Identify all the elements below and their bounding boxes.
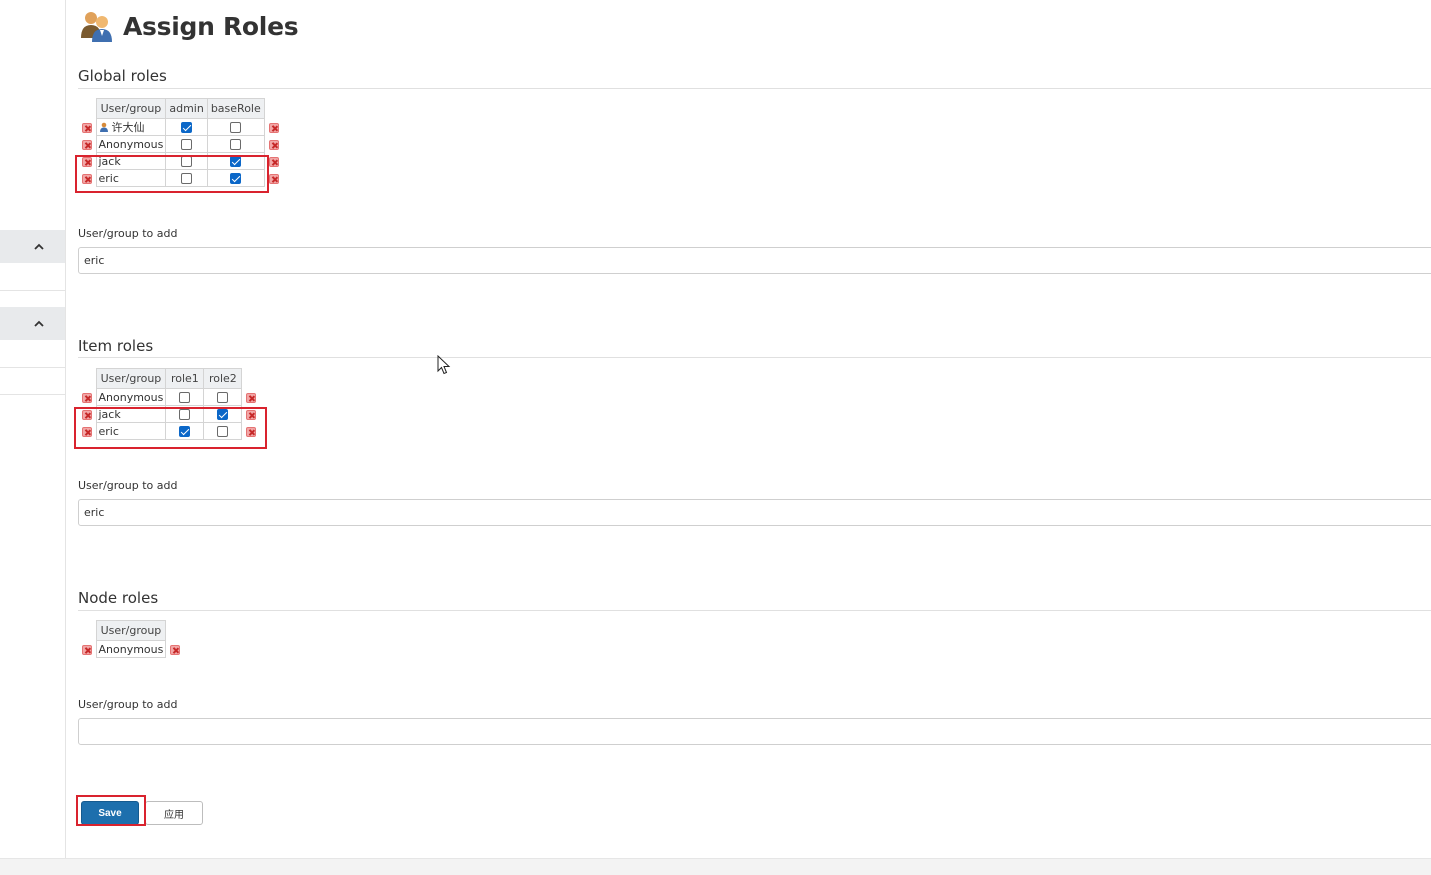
chevron-up-icon bbox=[34, 243, 44, 250]
column-header: baseRole bbox=[206, 98, 265, 119]
role-checkbox[interactable] bbox=[181, 173, 193, 184]
table-row: 许大仙 bbox=[78, 118, 282, 136]
column-header: admin bbox=[165, 98, 208, 119]
global-user-group-input[interactable] bbox=[78, 247, 1431, 274]
section-divider bbox=[78, 357, 1431, 358]
delete-row-icon[interactable] bbox=[81, 173, 92, 184]
user-name: eric bbox=[98, 424, 119, 438]
page-title: Assign Roles bbox=[123, 11, 299, 41]
column-header: role2 bbox=[203, 368, 243, 389]
global-roles-table: User/group admin baseRole 许大仙 Anonymous … bbox=[78, 98, 282, 187]
sidebar-collapse-toggle-2[interactable] bbox=[0, 307, 65, 340]
item-roles-table: User/group role1 role2 Anonymous jack er… bbox=[78, 368, 260, 440]
sidebar-divider bbox=[0, 290, 65, 291]
user-icon bbox=[99, 122, 108, 132]
delete-row-icon[interactable] bbox=[81, 139, 92, 150]
user-name: Anonymous bbox=[98, 137, 164, 151]
sidebar-divider bbox=[0, 394, 65, 395]
role-checkbox[interactable] bbox=[217, 392, 229, 403]
section-divider bbox=[78, 88, 1431, 89]
table-row: jack bbox=[78, 152, 282, 170]
node-roles-title: Node roles bbox=[78, 589, 159, 607]
delete-row-icon[interactable] bbox=[170, 644, 181, 655]
item-roles-title: Item roles bbox=[78, 337, 154, 355]
chevron-up-icon bbox=[34, 320, 44, 327]
item-user-group-input[interactable] bbox=[78, 499, 1431, 526]
mouse-cursor-icon bbox=[437, 355, 451, 375]
user-name: Anonymous bbox=[98, 390, 164, 404]
table-row: eric bbox=[78, 422, 260, 440]
global-roles-title: Global roles bbox=[78, 67, 167, 85]
delete-row-icon[interactable] bbox=[81, 392, 92, 403]
table-row: eric bbox=[78, 169, 282, 187]
table-row: Anonymous bbox=[78, 135, 282, 153]
delete-row-icon[interactable] bbox=[268, 122, 279, 133]
column-header: User/group bbox=[95, 98, 167, 119]
user-name: 许大仙 bbox=[111, 120, 145, 134]
delete-row-icon[interactable] bbox=[246, 409, 257, 420]
delete-row-icon[interactable] bbox=[268, 173, 279, 184]
role-checkbox[interactable] bbox=[179, 409, 191, 420]
user-name: Anonymous bbox=[98, 642, 164, 656]
table-row: Anonymous bbox=[78, 640, 184, 658]
role-checkbox[interactable] bbox=[217, 409, 229, 420]
sidebar bbox=[0, 0, 66, 858]
role-checkbox[interactable] bbox=[179, 426, 191, 437]
section-divider bbox=[78, 610, 1431, 611]
role-checkbox[interactable] bbox=[230, 122, 242, 133]
footer-bar bbox=[0, 858, 1431, 875]
delete-row-icon[interactable] bbox=[81, 409, 92, 420]
delete-row-icon[interactable] bbox=[81, 156, 92, 167]
role-checkbox[interactable] bbox=[181, 156, 193, 167]
global-add-label: User/group to add bbox=[78, 227, 178, 240]
item-add-label: User/group to add bbox=[78, 479, 178, 492]
delete-row-icon[interactable] bbox=[81, 122, 92, 133]
table-row: jack bbox=[78, 405, 260, 423]
delete-row-icon[interactable] bbox=[246, 426, 257, 437]
node-user-group-input[interactable] bbox=[78, 718, 1431, 745]
role-checkbox[interactable] bbox=[230, 173, 242, 184]
apply-button[interactable]: 应用 bbox=[145, 801, 203, 825]
user-name: jack bbox=[98, 407, 121, 421]
role-checkbox[interactable] bbox=[217, 426, 229, 437]
delete-row-icon[interactable] bbox=[268, 139, 279, 150]
save-button[interactable]: Save bbox=[81, 801, 139, 825]
delete-row-icon[interactable] bbox=[81, 426, 92, 437]
user-name: eric bbox=[98, 171, 119, 185]
node-add-label: User/group to add bbox=[78, 698, 178, 711]
delete-row-icon[interactable] bbox=[246, 392, 257, 403]
role-checkbox[interactable] bbox=[230, 139, 242, 150]
role-checkbox[interactable] bbox=[181, 139, 193, 150]
node-roles-table: User/group Anonymous bbox=[78, 620, 184, 658]
user-name: jack bbox=[98, 154, 121, 168]
sidebar-collapse-toggle-1[interactable] bbox=[0, 230, 65, 263]
role-checkbox[interactable] bbox=[230, 156, 242, 167]
delete-row-icon[interactable] bbox=[268, 156, 279, 167]
sidebar-divider bbox=[0, 367, 65, 368]
delete-row-icon[interactable] bbox=[81, 644, 92, 655]
column-header: User/group bbox=[95, 368, 167, 389]
column-header: role1 bbox=[165, 368, 205, 389]
column-header: User/group bbox=[95, 620, 167, 641]
role-checkbox[interactable] bbox=[181, 122, 193, 133]
users-roles-icon bbox=[81, 12, 112, 42]
page-header: Assign Roles bbox=[79, 8, 299, 44]
role-checkbox[interactable] bbox=[179, 392, 191, 403]
table-row: Anonymous bbox=[78, 388, 260, 406]
